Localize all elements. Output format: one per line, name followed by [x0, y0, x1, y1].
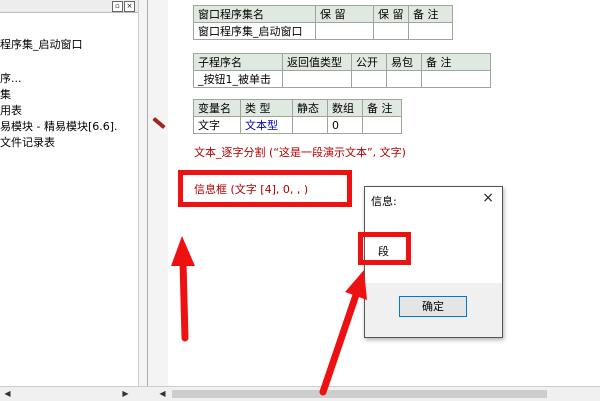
arrow-head-left — [171, 236, 195, 266]
arrow-line-left — [179, 258, 189, 342]
arrow-head-right — [345, 270, 367, 300]
arrow-line-right — [319, 291, 360, 396]
annotation-arrows — [171, 236, 367, 396]
